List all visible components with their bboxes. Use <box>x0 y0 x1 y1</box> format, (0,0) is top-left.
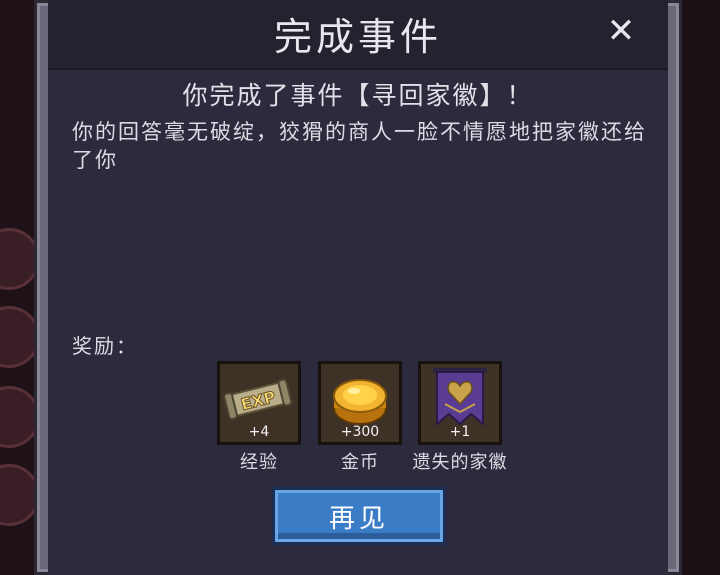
event-description: 你的回答毫无破绽，狡猾的商人一脸不情愿地把家徽还给了你 <box>72 120 647 172</box>
reward-slot: +300 <box>318 361 402 445</box>
reward-item-family-crest[interactable]: +1 遗失的家徽 <box>400 361 520 474</box>
event-completed-text: 你完成了事件【寻回家徽】！ <box>182 81 534 110</box>
reward-name: 遗失的家徽 <box>412 452 508 473</box>
reward-count: +4 <box>248 424 270 440</box>
dialog-title: 完成事件 <box>273 15 442 59</box>
close-icon: ✕ <box>606 11 636 51</box>
reward-slot: EXP +4 <box>217 361 301 445</box>
background-right-strip <box>682 0 720 575</box>
reward-slot: +1 <box>418 361 502 445</box>
reward-count: +300 <box>340 424 380 440</box>
goodbye-button[interactable]: 再见 <box>272 487 446 545</box>
rewards-label: 奖励： <box>72 334 138 358</box>
reward-count: +1 <box>449 424 471 440</box>
close-button[interactable]: ✕ <box>590 6 652 56</box>
